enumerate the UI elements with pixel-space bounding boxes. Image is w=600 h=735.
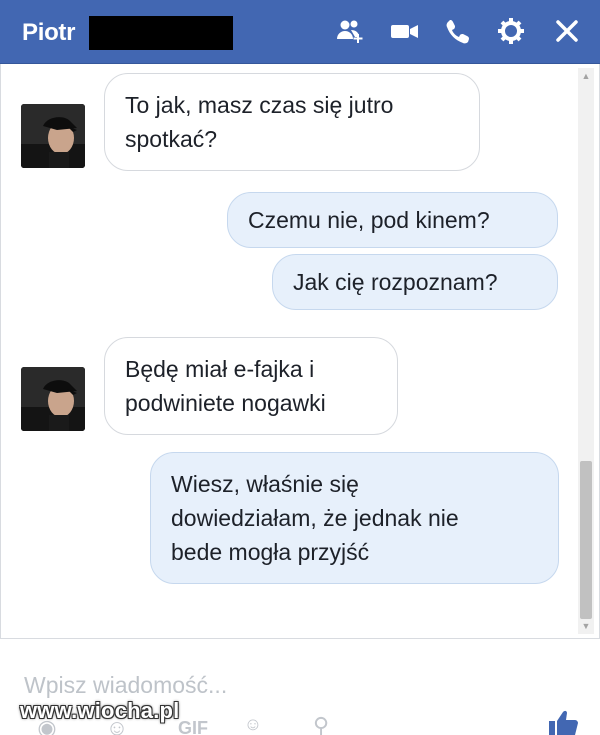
message-text: Będę miał e-fajka i	[125, 356, 315, 382]
outgoing-message[interactable]: Wiesz, właśnie się dowiedziałam, że jedn…	[150, 452, 559, 584]
scrollbar-thumb[interactable]	[580, 461, 592, 619]
outgoing-message[interactable]: Jak cię rozpoznam?	[272, 254, 558, 310]
video-call-icon[interactable]	[388, 14, 422, 48]
message-text: spotkać?	[125, 126, 218, 152]
incoming-message[interactable]: Będę miał e-fajka i podwiniete nogawki	[104, 337, 398, 435]
incoming-message[interactable]: To jak, masz czas się jutro spotkać?	[104, 73, 480, 171]
attachment-icon[interactable]: ⚲	[308, 713, 334, 735]
scroll-up-arrow-icon[interactable]: ▲	[578, 68, 594, 84]
message-text: podwiniete nogawki	[125, 390, 326, 416]
avatar[interactable]	[21, 367, 85, 431]
watermark: www.wiocha.pl	[20, 698, 180, 723]
like-icon[interactable]	[545, 708, 581, 735]
message-text: Wiesz, właśnie się	[171, 471, 359, 497]
avatar[interactable]	[21, 104, 85, 168]
gif-icon[interactable]: GIF	[178, 715, 208, 735]
message-text: bede mogła przyjść	[171, 539, 370, 565]
scroll-down-arrow-icon[interactable]: ▼	[578, 618, 594, 634]
outgoing-message[interactable]: Czemu nie, pod kinem?	[227, 192, 558, 248]
add-people-icon[interactable]	[333, 14, 367, 48]
message-text: dowiedziałam, że jednak nie	[171, 505, 459, 531]
chat-header: Piotr	[0, 0, 600, 64]
close-icon[interactable]	[550, 14, 584, 48]
redacted-surname	[89, 16, 233, 50]
message-input[interactable]	[24, 669, 444, 701]
contact-name[interactable]: Piotr	[22, 19, 75, 47]
voice-call-icon[interactable]	[441, 14, 475, 48]
emoji-icon[interactable]: ☺☺	[240, 711, 266, 735]
message-text: Czemu nie, pod kinem?	[248, 207, 490, 233]
message-text: Jak cię rozpoznam?	[293, 269, 498, 295]
message-text: To jak, masz czas się jutro	[125, 92, 394, 118]
settings-gear-icon[interactable]	[494, 14, 528, 48]
message-scrollbar[interactable]: ▲ ▼	[578, 68, 594, 634]
